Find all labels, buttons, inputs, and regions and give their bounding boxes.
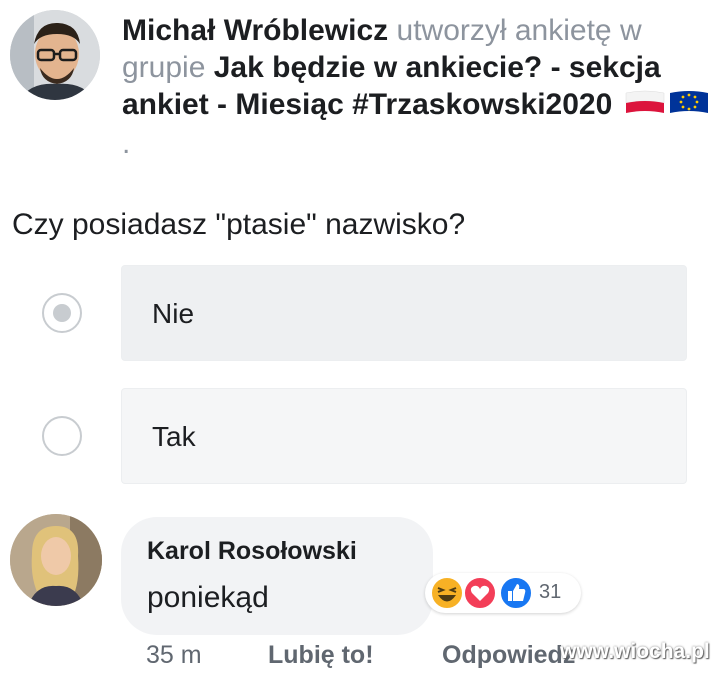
haha-icon	[430, 576, 464, 610]
like-icon	[499, 576, 533, 610]
watermark: www.wiocha.pl	[560, 640, 710, 663]
eu-flag-icon	[669, 88, 709, 125]
post-author-name[interactable]: Michał Wróblewicz	[122, 14, 388, 47]
reply-button[interactable]: Odpowiedz	[442, 641, 575, 670]
poll-option-nie[interactable]: Nie	[121, 265, 687, 361]
avatar-photo	[10, 514, 102, 606]
poll-option-nie-radio[interactable]	[42, 293, 82, 333]
trailing-dot: .	[122, 127, 131, 160]
reaction-count: 31	[539, 581, 562, 603]
reactions-summary[interactable]: 31	[425, 573, 581, 613]
post-author-avatar[interactable]	[10, 10, 100, 100]
poll-option-label: Nie	[152, 298, 195, 329]
like-button[interactable]: Lubię to!	[268, 641, 374, 670]
comment-text: poniekąd	[147, 581, 269, 614]
comment-author-avatar[interactable]	[10, 514, 102, 606]
poll-option-label: Tak	[152, 421, 196, 452]
love-icon	[463, 576, 497, 610]
poll-option-tak[interactable]: Tak	[121, 388, 687, 484]
post-header: Michał Wróblewicz utworzył ankietę w gru…	[122, 12, 712, 162]
poll-option-tak-radio[interactable]	[42, 416, 82, 456]
poland-flag-icon	[625, 88, 665, 125]
comment-bubble: Karol Rosołowski poniekąd	[121, 517, 433, 635]
comment-timestamp[interactable]: 35 m	[146, 641, 202, 670]
comment-author-name[interactable]: Karol Rosołowski	[147, 537, 357, 566]
avatar-photo	[10, 10, 100, 100]
poll-question: Czy posiadasz "ptasie" nazwisko?	[12, 208, 466, 241]
